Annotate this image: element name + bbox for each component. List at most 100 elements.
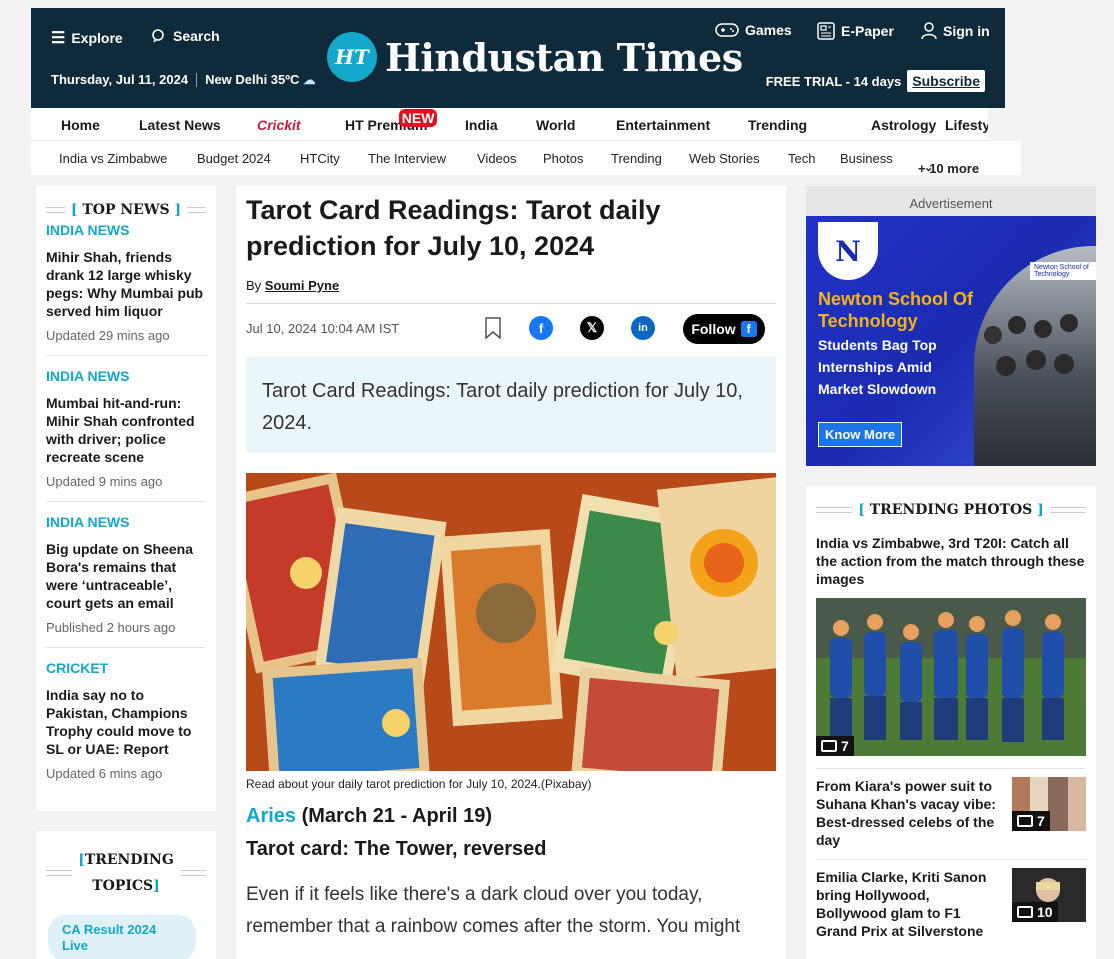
- nav-india[interactable]: India: [465, 117, 498, 133]
- x-icon[interactable]: 𝕏: [580, 316, 604, 340]
- photo-story-item[interactable]: Emilia Clarke, Kriti Sanon bring Hollywo…: [816, 859, 1086, 950]
- photo-story-thumbnail[interactable]: 10: [1012, 868, 1086, 922]
- news-category[interactable]: INDIA NEWS: [46, 222, 206, 238]
- nav-trending[interactable]: Trending: [748, 117, 807, 133]
- search-button[interactable]: Search: [151, 28, 220, 44]
- news-item[interactable]: INDIA NEWS Big update on Sheena Bora's r…: [46, 502, 206, 648]
- follow-button[interactable]: Follow f: [683, 314, 765, 344]
- subnav-india-vs-zimbabwe[interactable]: India vs Zimbabwe: [59, 151, 167, 166]
- news-category[interactable]: INDIA NEWS: [46, 368, 206, 384]
- news-time: Updated 6 mins ago: [46, 766, 163, 781]
- nav-astrology[interactable]: Astrology: [871, 117, 936, 133]
- news-title[interactable]: India say no to Pakistan, Champions Trop…: [46, 686, 206, 758]
- linkedin-icon[interactable]: in: [631, 316, 655, 340]
- photo-story-item[interactable]: From Kiara's power suit to Suhana Khan's…: [816, 768, 1086, 859]
- photo-count: 7: [1037, 813, 1045, 829]
- nav-entertainment[interactable]: Entertainment: [616, 117, 710, 133]
- explore-menu[interactable]: ☰ Explore: [51, 28, 123, 48]
- news-category[interactable]: CRICKET: [46, 660, 206, 676]
- news-title[interactable]: Mihir Shah, friends drank 12 large whisk…: [46, 248, 206, 320]
- news-item[interactable]: INDIA NEWS Mihir Shah, friends drank 12 …: [46, 218, 206, 356]
- news-time: Updated 29 mins ago: [46, 328, 170, 343]
- photo-story-image[interactable]: 7: [816, 598, 1086, 756]
- photo-count: 7: [841, 738, 849, 754]
- image-caption: Read about your daily tarot prediction f…: [246, 777, 592, 791]
- tarot-cards-illustration: [246, 473, 776, 771]
- cricket-team-photo: [816, 598, 1086, 756]
- news-title[interactable]: Big update on Sheena Bora's remains that…: [46, 540, 206, 612]
- article: Tarot Card Readings: Tarot daily predict…: [236, 186, 786, 959]
- trending-topics-title-1: TRENDING: [84, 852, 174, 868]
- camera-icon: [821, 740, 837, 752]
- zodiac-dates: (March 21 - April 19): [301, 805, 493, 827]
- trending-photos-panel: [ TRENDING PHOTOS ] India vs Zimbabwe, 3…: [806, 486, 1096, 959]
- photo-story-thumbnail[interactable]: 7: [1012, 777, 1086, 831]
- subnav-budget[interactable]: Budget 2024: [197, 151, 271, 166]
- top-news-heading: [ TOP NEWS ]: [46, 202, 206, 218]
- photo-story-title[interactable]: Emilia Clarke, Kriti Sanon bring Hollywo…: [816, 868, 996, 940]
- hero-image: [246, 473, 776, 771]
- byline-prefix: By: [246, 278, 262, 293]
- site-logo[interactable]: HT Hindustan Times: [327, 32, 743, 82]
- nav-cricket[interactable]: Crickit: [257, 117, 301, 133]
- nav-latest-news[interactable]: Latest News: [139, 117, 221, 133]
- camera-icon: [1017, 815, 1033, 827]
- gamepad-icon: [715, 23, 739, 37]
- publish-date: Jul 10, 2024 10:04 AM IST: [246, 321, 400, 336]
- top-news-panel: [ TOP NEWS ] INDIA NEWS Mihir Shah, frie…: [36, 186, 216, 811]
- nav-home[interactable]: Home: [61, 117, 100, 133]
- subnav-htcity[interactable]: HTCity: [300, 151, 340, 166]
- divider: [196, 72, 198, 87]
- subnav-photos[interactable]: Photos: [543, 151, 583, 166]
- logo-mark: HT: [327, 32, 377, 82]
- news-item[interactable]: INDIA NEWS Mumbai hit-and-run: Mihir Sha…: [46, 356, 206, 502]
- primary-nav: Home Latest News Crickit HT Premium NEW …: [31, 108, 988, 141]
- photo-story-title[interactable]: From Kiara's power suit to Suhana Khan's…: [816, 777, 996, 849]
- epaper-link[interactable]: E-Paper: [817, 22, 894, 40]
- ad-banner[interactable]: N Newton School of Technology Newton Sch…: [806, 216, 1096, 466]
- subnav-the-interview[interactable]: The Interview: [368, 151, 446, 166]
- bookmark-icon[interactable]: [484, 316, 502, 340]
- news-title[interactable]: Mumbai hit-and-run: Mihir Shah confronte…: [46, 394, 206, 466]
- know-more-button[interactable]: Know More: [818, 422, 903, 447]
- photo-count: 10: [1037, 904, 1053, 920]
- facebook-icon[interactable]: f: [529, 316, 553, 340]
- date-weather: Thursday, Jul 11, 2024 New Delhi 35ºC ☁: [51, 72, 315, 87]
- news-time: Updated 9 mins ago: [46, 474, 163, 489]
- nav-lifestyle[interactable]: Lifesty: [945, 117, 988, 133]
- subnav-videos[interactable]: Videos: [477, 151, 517, 166]
- top-news-title: TOP NEWS: [82, 202, 170, 218]
- tarot-card-name: Tarot card: The Tower, reversed: [246, 838, 547, 860]
- zodiac-heading: Aries (March 21 - April 19): [246, 805, 776, 828]
- subnav-business[interactable]: Business: [840, 151, 893, 166]
- subnav-web-stories[interactable]: Web Stories: [689, 151, 760, 166]
- newton-logo-icon: N: [818, 222, 878, 280]
- search-icon: [152, 29, 164, 43]
- subnav-trending[interactable]: Trending: [611, 151, 662, 166]
- nav-ht-premium[interactable]: HT Premium NEW: [345, 109, 438, 133]
- author-link[interactable]: Soumi Pyne: [265, 278, 339, 293]
- news-item[interactable]: CRICKET India say no to Pakistan, Champi…: [46, 648, 206, 793]
- photo-count-badge: 7: [1012, 811, 1050, 831]
- news-category[interactable]: INDIA NEWS: [46, 514, 206, 530]
- photo-count-badge: 7: [816, 736, 854, 756]
- photo-story-title[interactable]: India vs Zimbabwe, 3rd T20I: Catch all t…: [816, 534, 1086, 588]
- advertisement: Advertisement N Newton School of Technol…: [806, 186, 1096, 466]
- ad-title: Newton School Of Technology: [818, 289, 973, 331]
- ad-subtitle: Students Bag Top Internships Amid Market…: [818, 337, 937, 397]
- news-time: Published 2 hours ago: [46, 620, 176, 635]
- article-body: Even if it feels like there's a dark clo…: [246, 884, 741, 937]
- photo-count-badge: 10: [1012, 902, 1058, 922]
- camera-icon: [1017, 906, 1033, 918]
- topic-pill[interactable]: CA Result 2024 Live: [48, 915, 196, 959]
- subnav-tech[interactable]: Tech: [788, 151, 815, 166]
- current-date: Thursday, Jul 11, 2024: [51, 72, 189, 87]
- subscribe-button[interactable]: Subscribe: [907, 70, 985, 92]
- trending-photos-title: TRENDING PHOTOS: [869, 502, 1033, 518]
- logo-wordmark: Hindustan Times: [385, 34, 743, 80]
- nav-world[interactable]: World: [536, 117, 575, 133]
- sign-in-link[interactable]: Sign in: [921, 22, 990, 40]
- free-trial: FREE TRIAL - 14 days Subscribe: [766, 70, 985, 92]
- games-link[interactable]: Games: [715, 22, 792, 38]
- hamburger-icon: ☰: [51, 30, 66, 47]
